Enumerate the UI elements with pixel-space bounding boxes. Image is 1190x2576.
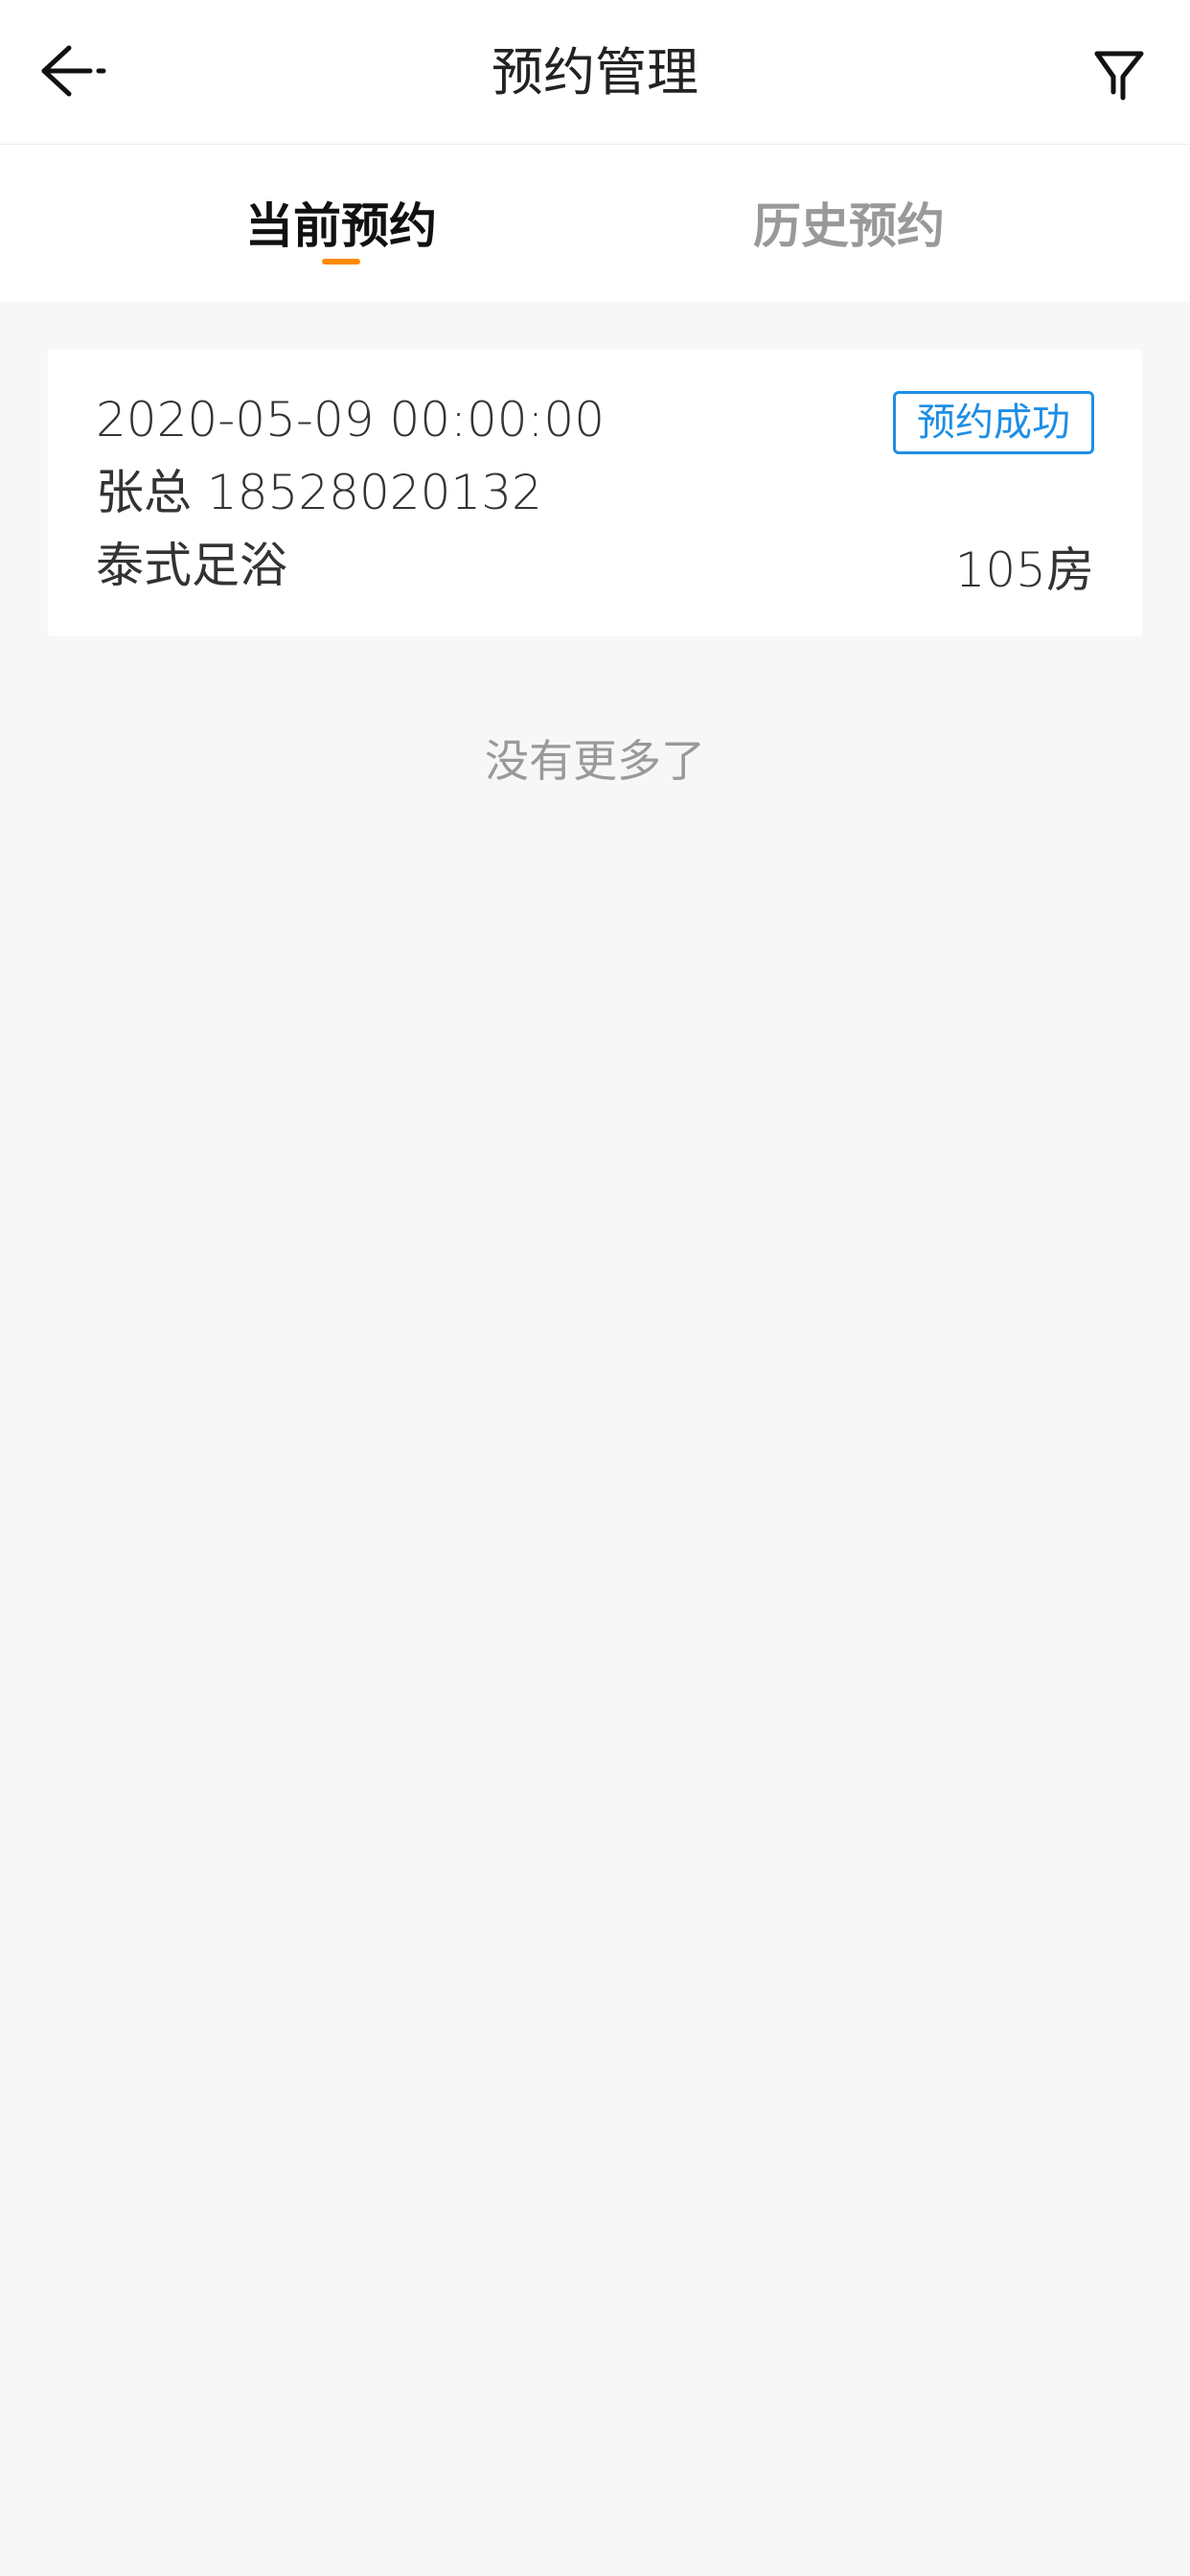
reservation-room: 105房 — [954, 542, 1094, 598]
tab-history-reservations[interactable]: 历史预约 — [657, 193, 1041, 260]
reservation-tabs: 当前预约 历史预约 — [0, 145, 1190, 302]
reservation-datetime: 2020-05-09 00:00:00 — [96, 392, 606, 448]
reservation-card[interactable]: 2020-05-09 00:00:00 预约成功 张总 18528020132 … — [48, 349, 1142, 636]
filter-button[interactable] — [1081, 38, 1157, 115]
page-title: 预约管理 — [492, 42, 698, 103]
reservation-contact: 张总 18528020132 — [96, 465, 542, 520]
reservation-service: 泰式足浴 — [96, 538, 287, 593]
tab-current-reservations[interactable]: 当前预约 — [149, 193, 533, 260]
filter-icon — [1092, 46, 1146, 107]
status-badge: 预约成功 — [893, 391, 1094, 454]
list-end-text: 没有更多了 — [485, 735, 705, 787]
active-tab-indicator — [322, 259, 360, 264]
nav-bar: 预约管理 — [0, 0, 1190, 145]
